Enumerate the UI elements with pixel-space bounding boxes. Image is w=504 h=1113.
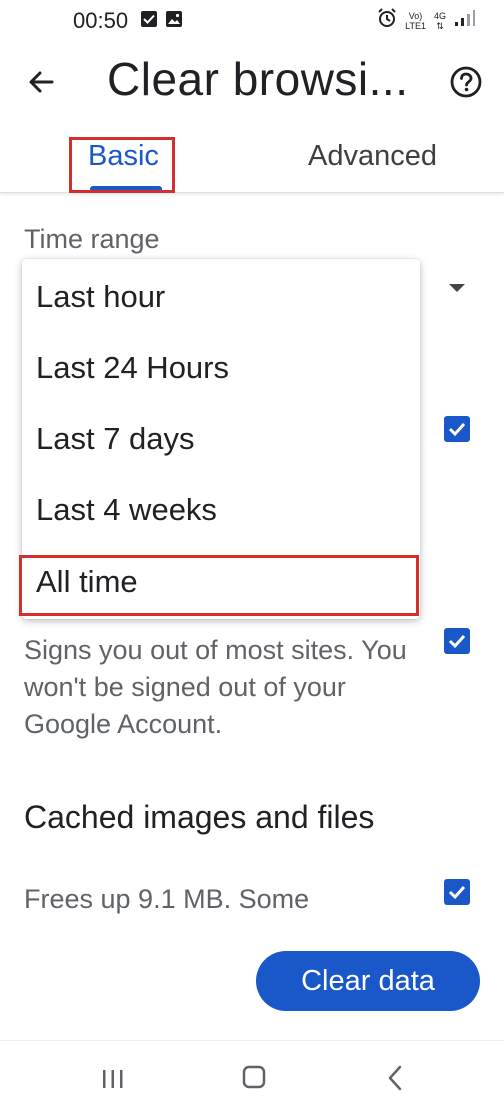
highlight-box-basic — [69, 137, 175, 193]
alarm-icon — [377, 8, 397, 33]
menu-item-last-hour[interactable]: Last hour — [22, 262, 420, 332]
status-time: 00:50 — [73, 8, 129, 33]
data-arrows-icon: ⇅ — [436, 20, 444, 31]
cached-images-description: Frees up 9.1 MB. Some — [24, 884, 310, 914]
cached-images-title: Cached images and files — [24, 799, 375, 835]
checkbox-cached-images[interactable] — [444, 879, 470, 905]
checkbox-browsing-history[interactable] — [444, 416, 470, 442]
data-indicator: 4G ⇅ — [434, 11, 446, 31]
network-label: Vo) LTE1 — [405, 11, 426, 31]
checkbox-cookies[interactable] — [444, 628, 470, 654]
clear-data-button[interactable]: Clear data — [256, 951, 480, 1011]
check-box-icon — [140, 10, 158, 33]
app-bar: Clear browsi... — [0, 44, 504, 120]
time-range-label: Time range — [24, 224, 160, 254]
network-type: 4G — [433, 10, 446, 21]
status-right: Vo) LTE1 4G ⇅ — [377, 8, 476, 33]
navigation-bar — [0, 1040, 504, 1113]
status-bar: 00:50 Vo) LTE1 4G ⇅ — [0, 0, 504, 44]
cookies-description: Signs you out of most sites. You won't b… — [24, 635, 407, 739]
menu-item-last-24-hours[interactable]: Last 24 Hours — [22, 333, 420, 403]
recents-icon[interactable] — [101, 1069, 125, 1089]
arrow-back-icon[interactable] — [22, 62, 62, 102]
highlight-box-all-time — [19, 555, 419, 616]
home-icon[interactable] — [242, 1065, 266, 1089]
menu-item-last-4-weeks[interactable]: Last 4 weeks — [22, 475, 420, 545]
network-top: Vo) — [408, 10, 423, 21]
nav-back-icon[interactable] — [386, 1065, 404, 1091]
menu-item-last-7-days[interactable]: Last 7 days — [22, 404, 420, 474]
page-title: Clear browsi... — [107, 53, 409, 105]
tab-advanced[interactable]: Advanced — [308, 140, 437, 173]
network-bottom: LTE1 — [405, 20, 426, 31]
help-circle-icon[interactable] — [448, 64, 484, 100]
image-icon — [165, 10, 183, 33]
dropdown-arrow-icon[interactable] — [449, 284, 465, 292]
signal-icon — [454, 9, 476, 32]
